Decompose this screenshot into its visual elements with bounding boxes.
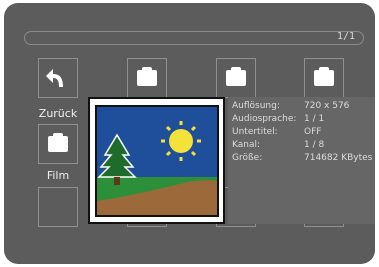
empty-tile[interactable]: [38, 187, 78, 227]
preview-thumbnail: [88, 97, 225, 224]
folder-tile-1[interactable]: [127, 58, 167, 98]
back-tile[interactable]: [38, 58, 78, 98]
page-indicator: 1/1: [336, 31, 355, 42]
folder-icon: [48, 133, 68, 152]
info-row-resolution: Auflösung: 720 x 576: [232, 101, 350, 111]
back-label: Zurück: [38, 107, 78, 120]
info-row-audio: Audiosprache: 1 / 1: [232, 114, 325, 124]
path-bar: 1/1: [24, 31, 364, 45]
folder-tile-2[interactable]: [216, 58, 256, 98]
film-tile[interactable]: [38, 124, 78, 164]
info-row-size: Größe: 714682 KBytes: [232, 153, 373, 163]
folder-icon: [314, 67, 334, 86]
folder-tile-3[interactable]: [304, 58, 344, 98]
info-row-subtitle: Untertitel: OFF: [232, 127, 322, 137]
film-label: Film: [46, 169, 70, 182]
back-arrow-icon: [46, 69, 63, 87]
folder-icon: [226, 67, 246, 86]
file-info-panel: Auflösung: 720 x 576 Audiosprache: 1 / 1 U…: [228, 97, 375, 224]
image-placeholder-icon: [95, 105, 219, 217]
media-browser-screen: 1/1 Zurück Film Auflösung: 720 x 576 Aud…: [4, 3, 375, 264]
info-row-channel: Kanal: 1 / 8: [232, 140, 325, 150]
folder-icon: [137, 67, 157, 86]
